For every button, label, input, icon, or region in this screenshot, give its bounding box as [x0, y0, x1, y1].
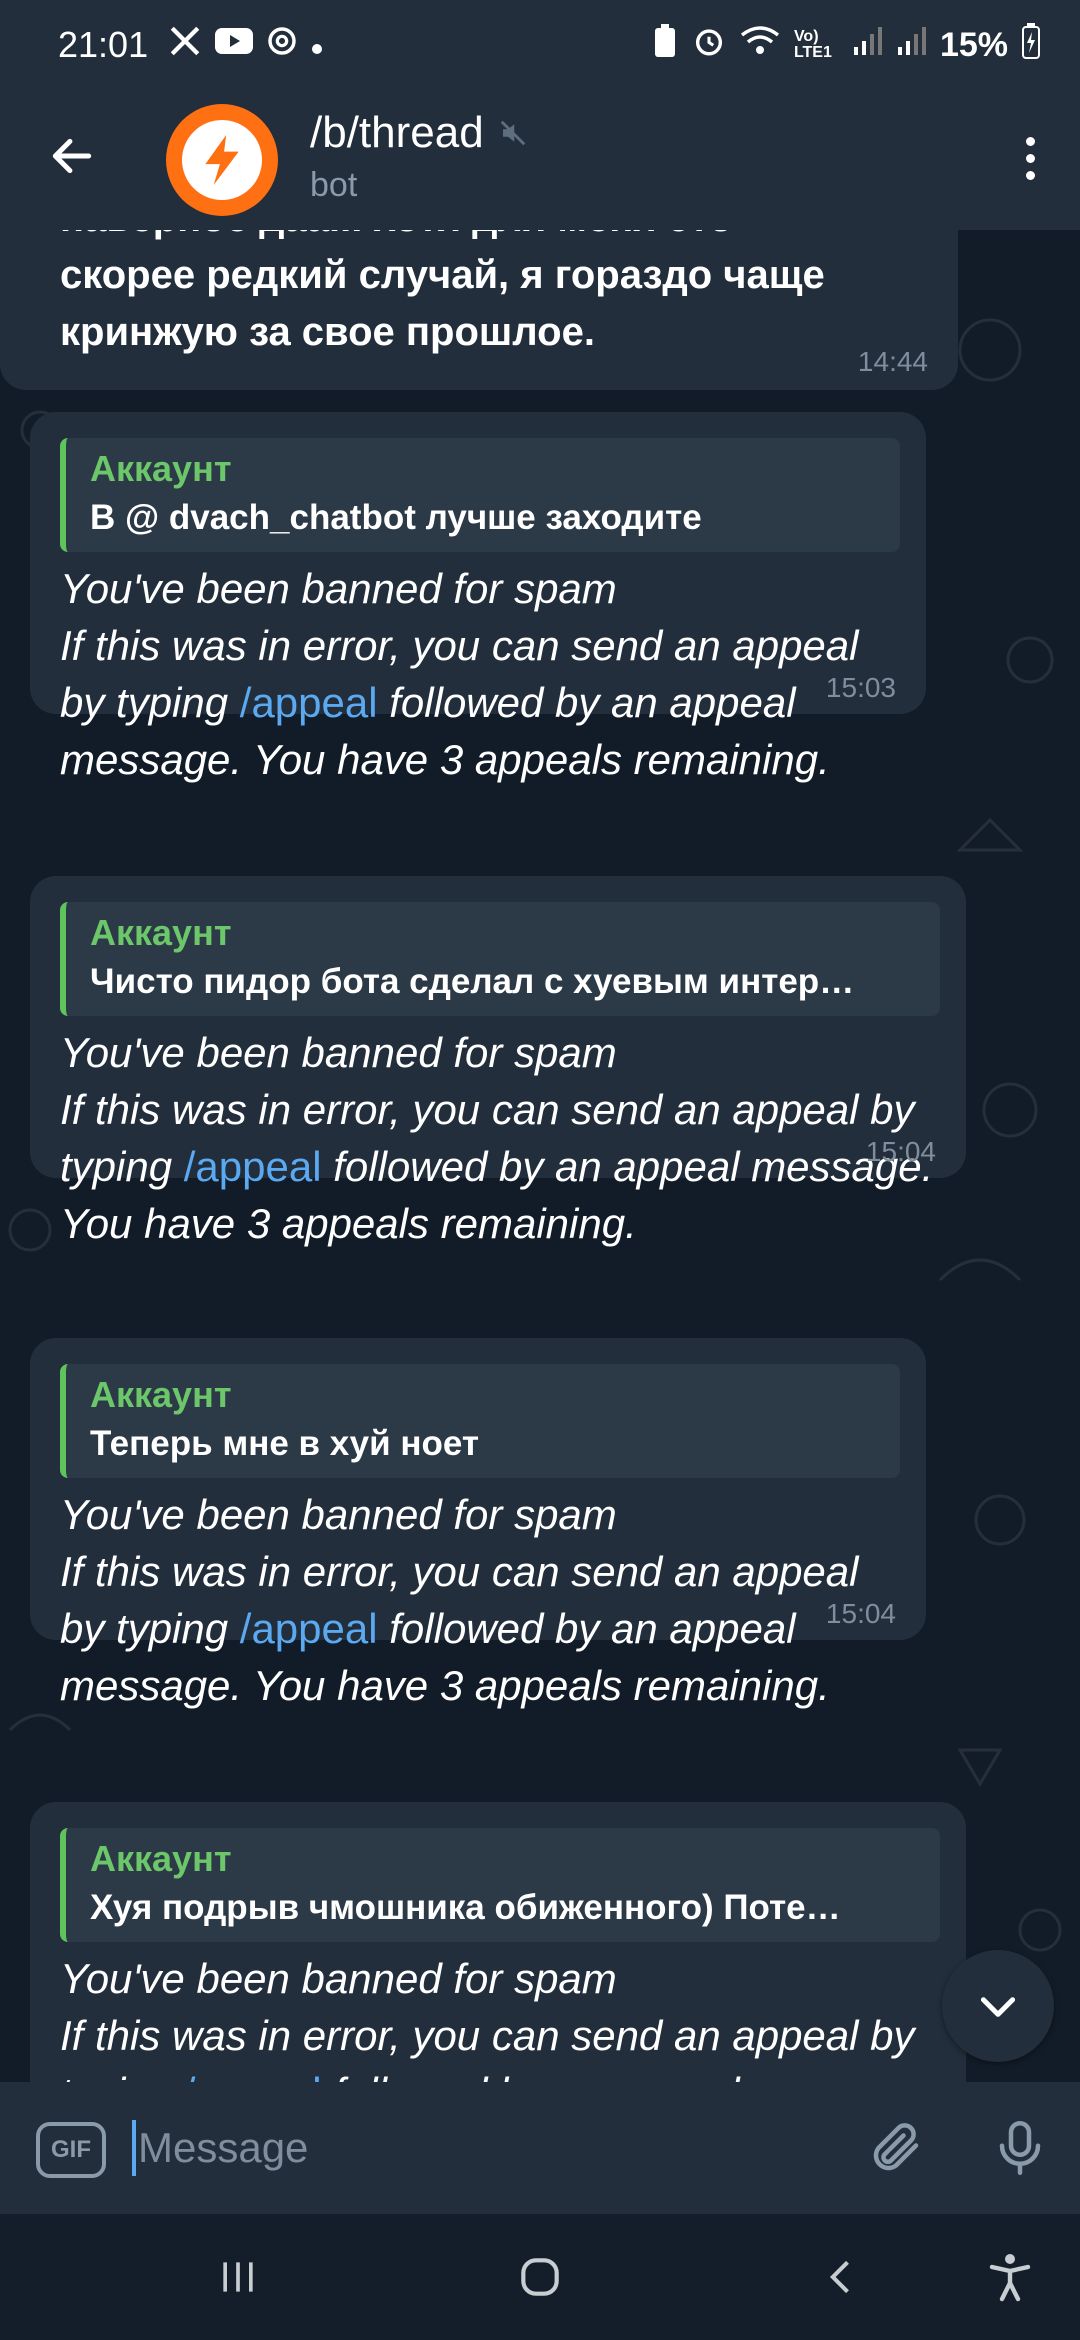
ban-message-text: You've been banned for spam If this was … — [60, 1950, 936, 2082]
alarm-icon — [692, 24, 726, 66]
message-bubble[interactable]: Аккаунт Теперь мне в хуй ноет You've bee… — [30, 1338, 926, 1709]
notification-icons — [168, 24, 324, 67]
ban-line-1: You've been banned for spam — [60, 565, 617, 612]
ban-message-text: You've been banned for spam If this was … — [60, 560, 896, 788]
message-bubble[interactable]: Аккаунт Чисто пидор бота сделал с хуевым… — [30, 876, 966, 1247]
message-bubble[interactable]: наверное даа... хотя для меня это скорее… — [0, 230, 958, 390]
chat-header: /b/thread bot — [0, 90, 1080, 230]
chat-title-row[interactable]: /b/thread — [310, 108, 528, 158]
reply-author: Аккаунт — [90, 1374, 232, 1415]
voice-record-button[interactable] — [984, 2112, 1056, 2184]
message-bubble[interactable]: Аккаунт Хуя подрыв чмошника обиженного) … — [30, 1802, 966, 2082]
accessibility-icon — [989, 2254, 1031, 2302]
status-bar: 21:01 Vo) LTE1 15% — [0, 0, 1080, 90]
battery-icon — [1022, 23, 1040, 67]
ban-message-text: You've been banned for spam If this was … — [60, 1024, 936, 1252]
message-input-bar: GIF — [0, 2082, 1080, 2214]
reply-text: Теперь мне в хуй ноет — [90, 1424, 480, 1463]
message-bubble[interactable]: Аккаунт В @ dvach_chatbot лучше заходите… — [30, 412, 926, 783]
appeal-command-link[interactable]: /appeal — [184, 1143, 322, 1190]
avatar-inner — [182, 120, 262, 200]
message-time: 15:04 — [825, 1598, 896, 1629]
message-time: 15:03 — [825, 672, 896, 703]
paperclip-icon — [873, 2123, 919, 2171]
more-dots-icon — [1025, 170, 1035, 180]
text-caret — [132, 2120, 136, 2176]
wifi-icon — [740, 25, 780, 65]
reply-text: Хуя подрыв чмошника обиженного) Поте… — [90, 1888, 841, 1927]
chat-title: /b/thread — [310, 108, 484, 157]
ban-message-text: You've been banned for spam If this was … — [60, 1486, 896, 1714]
ban-line-1: You've been banned for spam — [60, 1955, 617, 2002]
ban-line-1: You've been banned for spam — [60, 1029, 617, 1076]
more-options-button[interactable] — [1010, 126, 1050, 190]
back-nav-button[interactable] — [802, 2242, 882, 2312]
signal-icon — [852, 25, 882, 65]
reply-quote[interactable]: Аккаунт Чисто пидор бота сделал с хуевым… — [60, 902, 940, 1016]
system-icons: Vo) LTE1 15% — [652, 0, 1040, 90]
reply-author: Аккаунт — [90, 912, 232, 953]
signal-icon — [896, 25, 926, 65]
avatar[interactable] — [166, 104, 278, 216]
chevron-down-icon — [980, 1997, 1016, 2017]
back-button[interactable] — [40, 124, 104, 188]
telegram-chat-screen: 21:01 Vo) LTE1 15% /b/thread bot скорее … — [0, 0, 1080, 2340]
reply-author: Аккаунт — [90, 1838, 232, 1879]
reply-quote[interactable]: Аккаунт В @ dvach_chatbot лучше заходите — [60, 438, 900, 552]
recent-apps-button[interactable] — [198, 2242, 278, 2312]
appeal-command-link[interactable]: /appeal — [240, 679, 378, 726]
youtube-icon — [214, 26, 254, 65]
ban-line-1: You've been banned for spam — [60, 1491, 617, 1538]
status-time: 21:01 — [58, 24, 149, 65]
message-list[interactable]: наверное даа... хотя для меня это скорее… — [0, 230, 1080, 2082]
back-chevron-icon — [829, 2260, 849, 2294]
x-icon — [168, 24, 202, 67]
home-button[interactable] — [500, 2242, 580, 2312]
message-time: 14:44 — [857, 346, 928, 377]
microphone-icon — [999, 2121, 1041, 2175]
battery-percent: 15% — [939, 25, 1008, 64]
battery-saver-icon — [652, 23, 678, 67]
message-text: наверное даа... хотя для меня это скорее… — [60, 230, 825, 354]
reply-author: Аккаунт — [90, 448, 232, 489]
reply-quote[interactable]: Аккаунт Хуя подрыв чмошника обиженного) … — [60, 1828, 940, 1942]
more-dots-icon — [1025, 136, 1035, 146]
appeal-command-link[interactable]: /appeal — [240, 1605, 378, 1652]
home-icon — [521, 2258, 559, 2296]
recent-apps-icon — [223, 2262, 253, 2292]
message-time: 15:04 — [865, 1136, 936, 1167]
arrow-left-icon — [52, 138, 92, 174]
dot-icon — [310, 26, 324, 65]
reply-text: Чисто пидор бота сделал с хуевым интер… — [90, 962, 855, 1001]
more-dots-icon — [1025, 153, 1035, 163]
appeal-command-link[interactable]: /appeal — [184, 2069, 322, 2082]
muted-icon — [500, 120, 525, 146]
scroll-to-bottom-button[interactable] — [942, 1950, 1054, 2062]
lightning-icon — [205, 135, 239, 185]
accessibility-button[interactable] — [970, 2242, 1050, 2312]
chat-subtitle: bot — [310, 166, 358, 204]
reply-quote[interactable]: Аккаунт Теперь мне в хуй ноет — [60, 1364, 900, 1478]
volte-icon: Vo) LTE1 — [793, 28, 832, 61]
ban-line-3: followed by an appeal message. — [333, 2069, 933, 2082]
gif-button[interactable]: GIF — [36, 2122, 106, 2178]
system-navigation-bar — [0, 2214, 1080, 2340]
reply-text: В @ dvach_chatbot лучше заходите — [90, 498, 702, 537]
message-input[interactable] — [138, 2118, 838, 2178]
threads-icon — [266, 25, 298, 66]
attach-button[interactable] — [860, 2112, 932, 2184]
